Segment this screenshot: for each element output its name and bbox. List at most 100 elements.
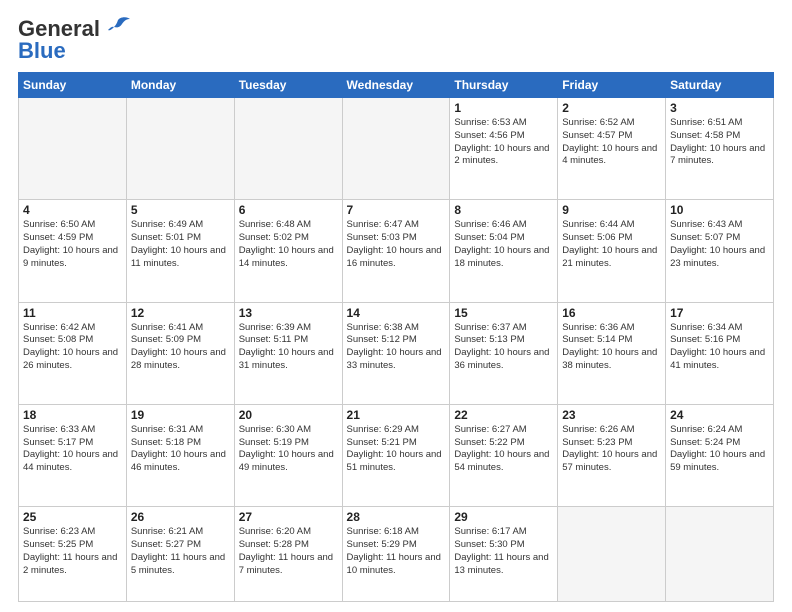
calendar-cell [19, 98, 127, 200]
calendar-cell [234, 98, 342, 200]
week-row-3: 18 Sunrise: 6:33 AM Sunset: 5:17 PM Dayli… [19, 404, 774, 506]
calendar-header: SundayMondayTuesdayWednesdayThursdayFrid… [19, 73, 774, 98]
calendar-cell: 15 Sunrise: 6:37 AM Sunset: 5:13 PM Dayli… [450, 302, 558, 404]
day-number: 29 [454, 510, 553, 524]
calendar-cell: 21Sunrise: 6:29 AM Sunset: 5:21 PM Dayli… [342, 404, 450, 506]
calendar-cell: 24Sunrise: 6:24 AM Sunset: 5:24 PM Dayli… [666, 404, 774, 506]
header-row: SundayMondayTuesdayWednesdayThursdayFrid… [19, 73, 774, 98]
day-number: 5 [131, 203, 230, 217]
day-info: Sunrise: 6:42 AM Sunset: 5:08 PM Dayligh… [23, 322, 122, 373]
day-number: 3 [670, 101, 769, 115]
page: General Blue SundayMondayTuesdayWednesda… [0, 0, 792, 612]
day-info: Sunrise: 6:46 AM Sunset: 5:04 PM Dayligh… [454, 219, 553, 270]
day-number: 6 [239, 203, 338, 217]
week-row-4: 25Sunrise: 6:23 AM Sunset: 5:25 PM Dayli… [19, 507, 774, 602]
header-tuesday: Tuesday [234, 73, 342, 98]
calendar-cell: 29 Sunrise: 6:17 AM Sunset: 5:30 PM Dayli… [450, 507, 558, 602]
week-row-2: 11 Sunrise: 6:42 AM Sunset: 5:08 PM Dayli… [19, 302, 774, 404]
day-info: Sunrise: 6:50 AM Sunset: 4:59 PM Dayligh… [23, 219, 122, 270]
calendar-cell [666, 507, 774, 602]
day-number: 8 [454, 203, 553, 217]
day-info: Sunrise: 6:53 AM Sunset: 4:56 PM Dayligh… [454, 117, 553, 168]
day-info: Sunrise: 6:52 AM Sunset: 4:57 PM Dayligh… [562, 117, 661, 168]
calendar-cell: 14 Sunrise: 6:38 AM Sunset: 5:12 PM Dayli… [342, 302, 450, 404]
day-number: 1 [454, 101, 553, 115]
day-number: 19 [131, 408, 230, 422]
header-wednesday: Wednesday [342, 73, 450, 98]
week-row-1: 4Sunrise: 6:50 AM Sunset: 4:59 PM Daylig… [19, 200, 774, 302]
logo: General Blue [18, 16, 132, 64]
calendar-body: 1 Sunrise: 6:53 AM Sunset: 4:56 PM Daylig… [19, 98, 774, 602]
calendar-cell: 16 Sunrise: 6:36 AM Sunset: 5:14 PM Dayli… [558, 302, 666, 404]
day-info: Sunrise: 6:26 AM Sunset: 5:23 PM Dayligh… [562, 424, 661, 475]
calendar-cell: 23 Sunrise: 6:26 AM Sunset: 5:23 PM Dayli… [558, 404, 666, 506]
day-info: Sunrise: 6:33 AM Sunset: 5:17 PM Dayligh… [23, 424, 122, 475]
calendar: SundayMondayTuesdayWednesdayThursdayFrid… [18, 72, 774, 602]
logo-blue: Blue [18, 38, 66, 64]
calendar-cell: 8 Sunrise: 6:46 AM Sunset: 5:04 PM Daylig… [450, 200, 558, 302]
calendar-cell [558, 507, 666, 602]
logo-bird-icon [104, 16, 132, 38]
day-info: Sunrise: 6:37 AM Sunset: 5:13 PM Dayligh… [454, 322, 553, 373]
day-info: Sunrise: 6:39 AM Sunset: 5:11 PM Dayligh… [239, 322, 338, 373]
day-number: 23 [562, 408, 661, 422]
calendar-cell: 17 Sunrise: 6:34 AM Sunset: 5:16 PM Dayli… [666, 302, 774, 404]
day-info: Sunrise: 6:18 AM Sunset: 5:29 PM Dayligh… [347, 526, 446, 577]
day-info: Sunrise: 6:38 AM Sunset: 5:12 PM Dayligh… [347, 322, 446, 373]
header-monday: Monday [126, 73, 234, 98]
calendar-cell: 7 Sunrise: 6:47 AM Sunset: 5:03 PM Daylig… [342, 200, 450, 302]
header-saturday: Saturday [666, 73, 774, 98]
day-info: Sunrise: 6:36 AM Sunset: 5:14 PM Dayligh… [562, 322, 661, 373]
calendar-cell: 12 Sunrise: 6:41 AM Sunset: 5:09 PM Dayli… [126, 302, 234, 404]
calendar-cell: 13 Sunrise: 6:39 AM Sunset: 5:11 PM Dayli… [234, 302, 342, 404]
day-number: 27 [239, 510, 338, 524]
calendar-cell: 9 Sunrise: 6:44 AM Sunset: 5:06 PM Daylig… [558, 200, 666, 302]
day-info: Sunrise: 6:49 AM Sunset: 5:01 PM Dayligh… [131, 219, 230, 270]
header-sunday: Sunday [19, 73, 127, 98]
day-number: 20 [239, 408, 338, 422]
day-number: 28 [347, 510, 446, 524]
day-info: Sunrise: 6:27 AM Sunset: 5:22 PM Dayligh… [454, 424, 553, 475]
calendar-table: SundayMondayTuesdayWednesdayThursdayFrid… [18, 72, 774, 602]
day-number: 25 [23, 510, 122, 524]
day-number: 9 [562, 203, 661, 217]
day-number: 26 [131, 510, 230, 524]
calendar-cell: 5 Sunrise: 6:49 AM Sunset: 5:01 PM Daylig… [126, 200, 234, 302]
calendar-cell: 2 Sunrise: 6:52 AM Sunset: 4:57 PM Daylig… [558, 98, 666, 200]
calendar-cell: 26 Sunrise: 6:21 AM Sunset: 5:27 PM Dayli… [126, 507, 234, 602]
day-number: 15 [454, 306, 553, 320]
calendar-cell: 4Sunrise: 6:50 AM Sunset: 4:59 PM Daylig… [19, 200, 127, 302]
day-info: Sunrise: 6:29 AM Sunset: 5:21 PM Dayligh… [347, 424, 446, 475]
day-info: Sunrise: 6:48 AM Sunset: 5:02 PM Dayligh… [239, 219, 338, 270]
day-number: 14 [347, 306, 446, 320]
day-number: 12 [131, 306, 230, 320]
day-number: 10 [670, 203, 769, 217]
day-number: 16 [562, 306, 661, 320]
day-number: 11 [23, 306, 122, 320]
day-number: 2 [562, 101, 661, 115]
day-info: Sunrise: 6:20 AM Sunset: 5:28 PM Dayligh… [239, 526, 338, 577]
day-info: Sunrise: 6:41 AM Sunset: 5:09 PM Dayligh… [131, 322, 230, 373]
calendar-cell: 28 Sunrise: 6:18 AM Sunset: 5:29 PM Dayli… [342, 507, 450, 602]
day-info: Sunrise: 6:24 AM Sunset: 5:24 PM Dayligh… [670, 424, 769, 475]
day-info: Sunrise: 6:31 AM Sunset: 5:18 PM Dayligh… [131, 424, 230, 475]
header-thursday: Thursday [450, 73, 558, 98]
calendar-cell: 22Sunrise: 6:27 AM Sunset: 5:22 PM Dayli… [450, 404, 558, 506]
day-number: 7 [347, 203, 446, 217]
calendar-cell: 3Sunrise: 6:51 AM Sunset: 4:58 PM Daylig… [666, 98, 774, 200]
calendar-cell: 1 Sunrise: 6:53 AM Sunset: 4:56 PM Daylig… [450, 98, 558, 200]
day-info: Sunrise: 6:47 AM Sunset: 5:03 PM Dayligh… [347, 219, 446, 270]
day-number: 17 [670, 306, 769, 320]
day-number: 13 [239, 306, 338, 320]
header-friday: Friday [558, 73, 666, 98]
day-info: Sunrise: 6:34 AM Sunset: 5:16 PM Dayligh… [670, 322, 769, 373]
calendar-cell: 20Sunrise: 6:30 AM Sunset: 5:19 PM Dayli… [234, 404, 342, 506]
calendar-cell [126, 98, 234, 200]
calendar-cell [342, 98, 450, 200]
day-info: Sunrise: 6:21 AM Sunset: 5:27 PM Dayligh… [131, 526, 230, 577]
day-info: Sunrise: 6:17 AM Sunset: 5:30 PM Dayligh… [454, 526, 553, 577]
week-row-0: 1 Sunrise: 6:53 AM Sunset: 4:56 PM Daylig… [19, 98, 774, 200]
day-info: Sunrise: 6:43 AM Sunset: 5:07 PM Dayligh… [670, 219, 769, 270]
day-info: Sunrise: 6:44 AM Sunset: 5:06 PM Dayligh… [562, 219, 661, 270]
day-number: 18 [23, 408, 122, 422]
